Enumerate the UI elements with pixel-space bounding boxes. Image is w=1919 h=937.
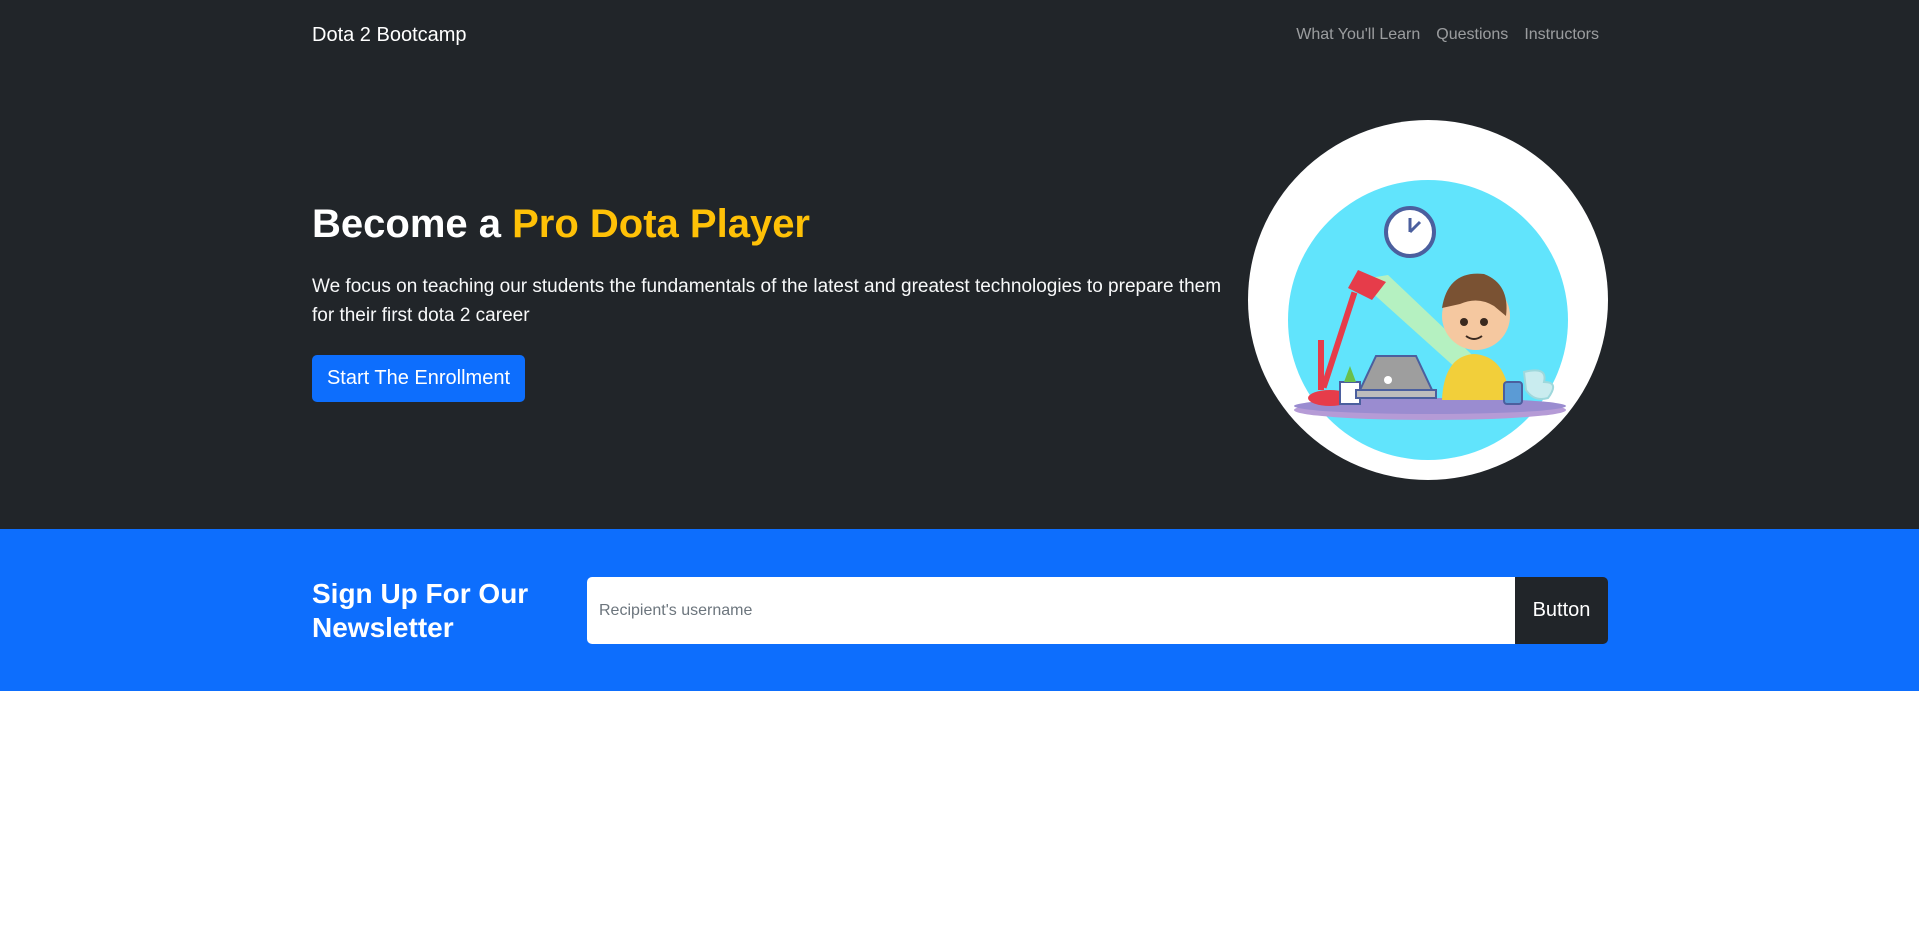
hero-title: Become a Pro Dota Player <box>312 200 810 248</box>
hero-illustration <box>1248 120 1608 480</box>
hero-title-accent: Pro Dota Player <box>512 202 810 246</box>
hero-lead: We focus on teaching our students the fu… <box>312 276 1222 327</box>
hero-section: Become a Pro Dota Player We focus on tea… <box>0 72 1919 529</box>
newsletter-input-group: Button <box>587 577 1608 644</box>
username-input[interactable] <box>587 577 1515 644</box>
nav-link-questions[interactable]: Questions <box>1436 26 1508 44</box>
brand-link[interactable]: Dota 2 Bootcamp <box>312 24 467 47</box>
nav-links: What You'll Learn Questions Instructors <box>1296 26 1599 44</box>
newsletter-section: Sign Up For Our Newsletter Button <box>0 529 1919 691</box>
start-enrollment-button[interactable]: Start The Enrollment <box>312 355 525 402</box>
person-at-laptop-illustration-icon <box>1288 180 1568 460</box>
nav-link-what-youll-learn[interactable]: What You'll Learn <box>1296 26 1420 44</box>
navbar: Dota 2 Bootcamp What You'll Learn Questi… <box>0 0 1919 72</box>
newsletter-title: Sign Up For Our Newsletter <box>312 578 529 643</box>
hero-title-prefix: Become a <box>312 202 513 246</box>
nav-link-instructors[interactable]: Instructors <box>1524 26 1599 44</box>
newsletter-submit-button[interactable]: Button <box>1515 577 1608 644</box>
